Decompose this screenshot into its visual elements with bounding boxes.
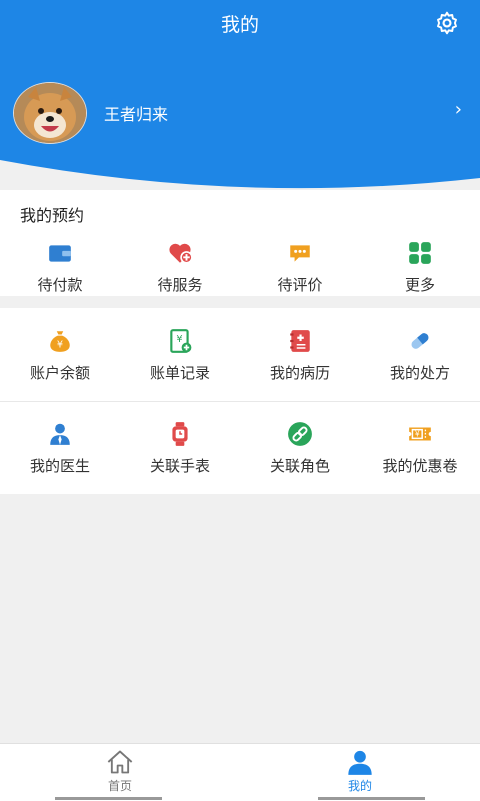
wallet-icon [49, 245, 71, 262]
appointments-grid: 待付款 待服务 待评价 更多 [0, 240, 480, 295]
tab-home[interactable]: 首页 [0, 744, 240, 801]
service-label: 我的优惠卷 [382, 457, 458, 475]
services-row-1: ¥ 账户余额 ¥ 账单记录 我的病历 我的处方 [0, 328, 480, 383]
heart-plus-icon [169, 243, 193, 264]
svg-text:¥: ¥ [415, 430, 420, 439]
bill-icon: ¥ [170, 329, 192, 353]
service-label: 我的病历 [269, 364, 330, 382]
tab-mine[interactable]: 我的 [240, 744, 480, 801]
appointment-label: 待评价 [277, 276, 323, 294]
tab-mine-label: 我的 [347, 779, 372, 793]
service-my-doctor[interactable]: 我的医生 [0, 421, 120, 476]
service-label: 我的医生 [29, 457, 90, 475]
grid-icon [409, 242, 431, 264]
service-label: 账单记录 [149, 364, 210, 382]
section-title-appointments: 我的预约 [20, 206, 85, 225]
services-row-2: 我的医生 关联手表 关联角色 ¥ 我的优惠卷 [0, 421, 480, 476]
service-linked-watch[interactable]: 关联手表 [120, 421, 240, 476]
chat-bubble-icon [290, 245, 310, 262]
service-label: 关联手表 [149, 457, 210, 475]
service-bill-records[interactable]: ¥ 账单记录 [120, 328, 240, 383]
service-prescriptions[interactable]: 我的处方 [360, 328, 480, 383]
dog-avatar-image [14, 83, 86, 143]
coupon-icon: ¥ [409, 427, 431, 441]
appointment-pending-payment[interactable]: 待付款 [0, 240, 120, 295]
service-label: 账户余额 [29, 364, 90, 382]
money-bag-icon: ¥ [50, 331, 70, 352]
pill-icon [411, 333, 429, 349]
appointment-pending-review[interactable]: 待评价 [240, 240, 360, 295]
watch-icon [172, 422, 188, 446]
row-divider [0, 401, 480, 402]
appointment-pending-service[interactable]: 待服务 [120, 240, 240, 295]
bottom-tab-bar: 首页 我的 [0, 743, 480, 801]
service-medical-records[interactable]: 我的病历 [240, 328, 360, 383]
appointment-label: 待服务 [157, 276, 203, 294]
service-label: 关联角色 [269, 457, 330, 475]
service-account-balance[interactable]: ¥ 账户余额 [0, 328, 120, 383]
appointment-more[interactable]: 更多 [360, 240, 480, 295]
service-label: 我的处方 [389, 364, 450, 382]
doctor-icon [50, 423, 70, 445]
service-linked-roles[interactable]: 关联角色 [240, 421, 360, 476]
user-icon [348, 750, 372, 775]
profile-header: 我的 王者归来 › [0, 0, 480, 190]
appointment-label: 更多 [404, 276, 435, 294]
appointment-label: 待付款 [37, 276, 83, 294]
service-my-coupons[interactable]: ¥ 我的优惠卷 [360, 421, 480, 476]
username[interactable]: 王者归来 [104, 101, 168, 125]
avatar[interactable] [13, 82, 87, 144]
settings-gear-icon[interactable] [434, 10, 460, 36]
tab-home-label: 首页 [107, 779, 132, 793]
home-icon [107, 750, 133, 774]
svg-text:¥: ¥ [176, 334, 182, 345]
link-icon [288, 422, 312, 446]
chevron-right-icon[interactable]: › [455, 99, 462, 120]
page-title: 我的 [220, 14, 259, 36]
medical-record-icon [290, 330, 310, 352]
svg-text:¥: ¥ [57, 340, 63, 351]
